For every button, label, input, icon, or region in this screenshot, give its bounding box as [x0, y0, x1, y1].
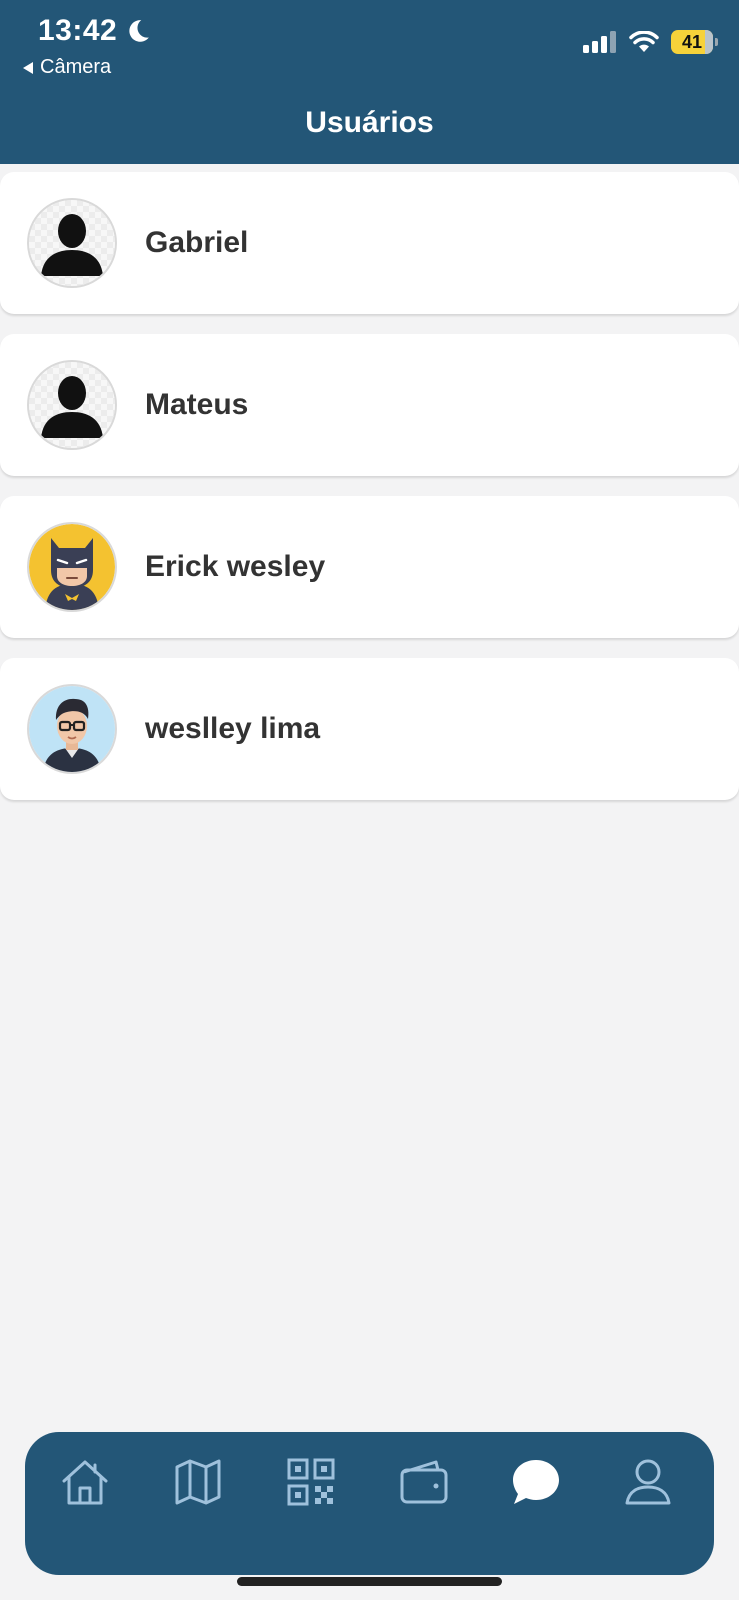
tab-chat[interactable] — [506, 1452, 566, 1512]
user-row-mateus[interactable]: Mateus — [0, 334, 739, 476]
user-name: weslley lima — [145, 712, 321, 745]
person-silhouette-icon — [27, 360, 117, 450]
user-name: Erick wesley — [145, 550, 326, 583]
tab-map[interactable] — [168, 1452, 228, 1512]
batman-avatar — [27, 522, 117, 612]
app-header: 13:42 Câmera 41 Usuários — [0, 0, 739, 164]
page-title: Usuários — [305, 106, 434, 139]
home-icon — [62, 1460, 108, 1505]
cellular-signal-icon — [583, 31, 616, 53]
back-triangle-icon — [23, 61, 33, 74]
user-row-gabriel[interactable]: Gabriel — [0, 172, 739, 314]
battery-level: 41 — [681, 31, 703, 52]
wifi-icon — [629, 31, 659, 52]
back-to-app-link[interactable]: Câmera — [22, 56, 111, 79]
user-row-weslley-lima[interactable]: weslley lima — [0, 658, 739, 800]
user-list: Gabriel Mateus Erick wesley weslley lima — [0, 172, 739, 820]
bottom-tab-bar — [25, 1432, 714, 1575]
tab-home[interactable] — [55, 1452, 115, 1512]
chat-icon — [513, 1460, 559, 1504]
home-indicator[interactable] — [237, 1577, 502, 1586]
status-time: 13:42 — [38, 14, 151, 48]
back-app-label: Câmera — [40, 56, 112, 78]
map-icon — [175, 1459, 221, 1505]
user-name: Mateus — [145, 388, 249, 421]
user-name: Gabriel — [145, 226, 249, 259]
user-row-erick-wesley[interactable]: Erick wesley — [0, 496, 739, 638]
person-silhouette-icon — [27, 198, 117, 288]
moon-icon — [129, 20, 150, 42]
clock-text: 13:42 — [38, 14, 118, 47]
status-indicators: 41 — [583, 30, 718, 54]
wallet-icon — [400, 1460, 448, 1504]
battery-indicator: 41 — [671, 30, 718, 54]
tab-wallet[interactable] — [394, 1452, 454, 1512]
tab-profile[interactable] — [618, 1452, 678, 1512]
qr-code-icon — [287, 1458, 335, 1506]
profile-icon — [625, 1459, 671, 1505]
man-glasses-avatar — [27, 684, 117, 774]
tab-qr-code[interactable] — [281, 1452, 341, 1512]
